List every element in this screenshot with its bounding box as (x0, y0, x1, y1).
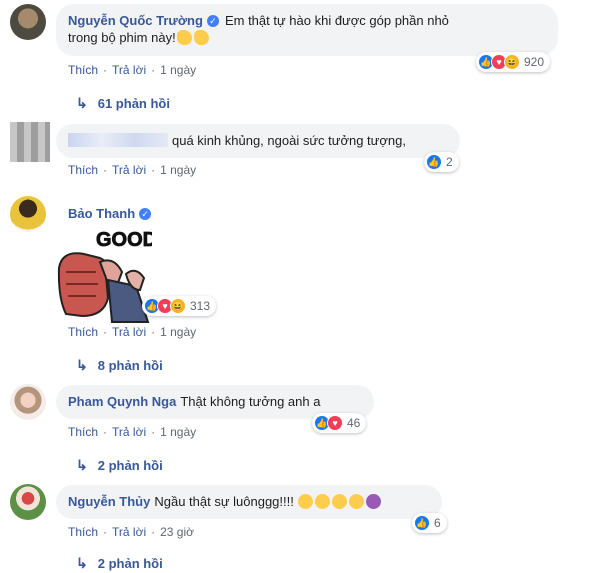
comment-actions: Thích · Trả lời · 23 giờ (68, 525, 194, 539)
reply-link[interactable]: Trả lời (112, 163, 146, 177)
reaction-summary[interactable]: 👍 ♥ 😆 313 (142, 296, 217, 316)
comment-actions: Thích · Trả lời · 1 ngày (68, 163, 197, 177)
reaction-count: 313 (190, 299, 211, 313)
reply-arrow-icon: ↳ (76, 357, 88, 373)
comment-author[interactable]: Pham Quynh Nga (68, 394, 176, 409)
comment-time[interactable]: 1 ngày (160, 325, 196, 339)
view-replies-link[interactable]: ↳ 2 phản hồi (76, 554, 163, 572)
reply-arrow-icon: ↳ (76, 95, 88, 111)
reply-link[interactable]: Trả lời (112, 63, 146, 77)
comment-time[interactable]: 1 ngày (160, 63, 196, 77)
sticker-text: GOOD (96, 229, 152, 251)
like-link[interactable]: Thích (68, 425, 98, 439)
reaction-summary[interactable]: 👍 ♥ 😆 920 (476, 52, 551, 72)
comment-actions: Thích · Trả lời · 1 ngày (68, 325, 197, 339)
replies-count: 8 phản hồi (97, 358, 163, 373)
comment-text: trong bộ phim này! (68, 30, 176, 45)
reaction-count: 6 (434, 516, 441, 530)
like-reaction-icon: 👍 (414, 515, 430, 531)
comment-time[interactable]: 1 ngày (160, 425, 196, 439)
comment-author[interactable]: Bảo Thanh (68, 206, 135, 221)
comment-actions: Thích · Trả lời · 1 ngày (68, 425, 197, 439)
comment-time[interactable]: 1 ngày (160, 163, 196, 177)
comment-time[interactable]: 23 giờ (160, 525, 194, 539)
like-reaction-icon: 👍 (426, 154, 442, 170)
comment-text: Thật không tưởng anh a (180, 394, 321, 409)
reaction-summary[interactable]: 👍 6 (412, 513, 447, 533)
reaction-summary[interactable]: 👍 ♥ 46 (312, 413, 367, 433)
replies-count: 2 phản hồi (97, 556, 163, 571)
comment-bubble: Nguyễn Quốc Trường ✓ Em thật tự hào khi đư… (56, 4, 558, 56)
comment-text: Ngầu thật sự luônggg!!!! (154, 494, 294, 509)
comment-text: Em thật tự hào khi được góp phần nhỏ (224, 13, 449, 28)
haha-reaction-icon: 😆 (170, 298, 186, 314)
reply-link[interactable]: Trả lời (112, 325, 146, 339)
comment-author[interactable]: Nguyễn Thủy (68, 494, 150, 509)
good-sticker: GOOD (56, 228, 152, 323)
reaction-count: 920 (524, 55, 545, 69)
clap-emoji-icon (176, 30, 192, 45)
kiss-emoji-icon (332, 494, 348, 509)
like-link[interactable]: Thích (68, 63, 98, 77)
haha-reaction-icon: 😆 (504, 54, 520, 70)
avatar[interactable] (10, 384, 46, 420)
blurred-author-name[interactable] (68, 133, 168, 147)
heart-eyes-emoji-icon (298, 494, 314, 509)
reply-link[interactable]: Trả lời (112, 525, 146, 539)
star-struck-emoji-icon (366, 494, 382, 509)
comment-actions: Thích · Trả lời · 1 ngày (68, 63, 197, 77)
comment-bubble: quá kinh khủng, ngoài sức tưởng tượng, (56, 124, 460, 158)
comment-author[interactable]: Nguyễn Quốc Trường (68, 13, 203, 28)
like-link[interactable]: Thích (68, 525, 98, 539)
reply-link[interactable]: Trả lời (112, 425, 146, 439)
avatar[interactable] (10, 196, 46, 232)
reaction-summary[interactable]: 👍 2 (424, 152, 459, 172)
comment-author-row: Bảo Thanh ✓ (68, 206, 157, 222)
view-replies-link[interactable]: ↳ 8 phản hồi (76, 356, 163, 374)
like-link[interactable]: Thích (68, 163, 98, 177)
avatar[interactable] (10, 4, 46, 40)
reaction-count: 2 (446, 155, 453, 169)
reaction-count: 46 (347, 416, 361, 430)
view-replies-link[interactable]: ↳ 61 phản hồi (76, 94, 170, 112)
love-reaction-icon: ♥ (327, 415, 343, 431)
comment-bubble: Nguyễn Thủy Ngầu thật sự luônggg!!!! (56, 485, 442, 519)
view-replies-link[interactable]: ↳ 2 phản hồi (76, 456, 163, 474)
smiling-hearts-emoji-icon (315, 494, 331, 509)
avatar[interactable] (10, 122, 50, 162)
avatar[interactable] (10, 484, 46, 520)
clap-emoji-icon (193, 30, 209, 45)
replies-count: 2 phản hồi (97, 458, 163, 473)
verified-icon: ✓ (139, 208, 152, 220)
like-link[interactable]: Thích (68, 325, 98, 339)
reply-arrow-icon: ↳ (76, 555, 88, 571)
verified-icon: ✓ (206, 15, 219, 27)
comment-text: quá kinh khủng, ngoài sức tưởng tượng, (172, 133, 406, 148)
reply-arrow-icon: ↳ (76, 457, 88, 473)
replies-count: 61 phản hồi (97, 96, 170, 111)
smile-emoji-icon (349, 494, 365, 509)
